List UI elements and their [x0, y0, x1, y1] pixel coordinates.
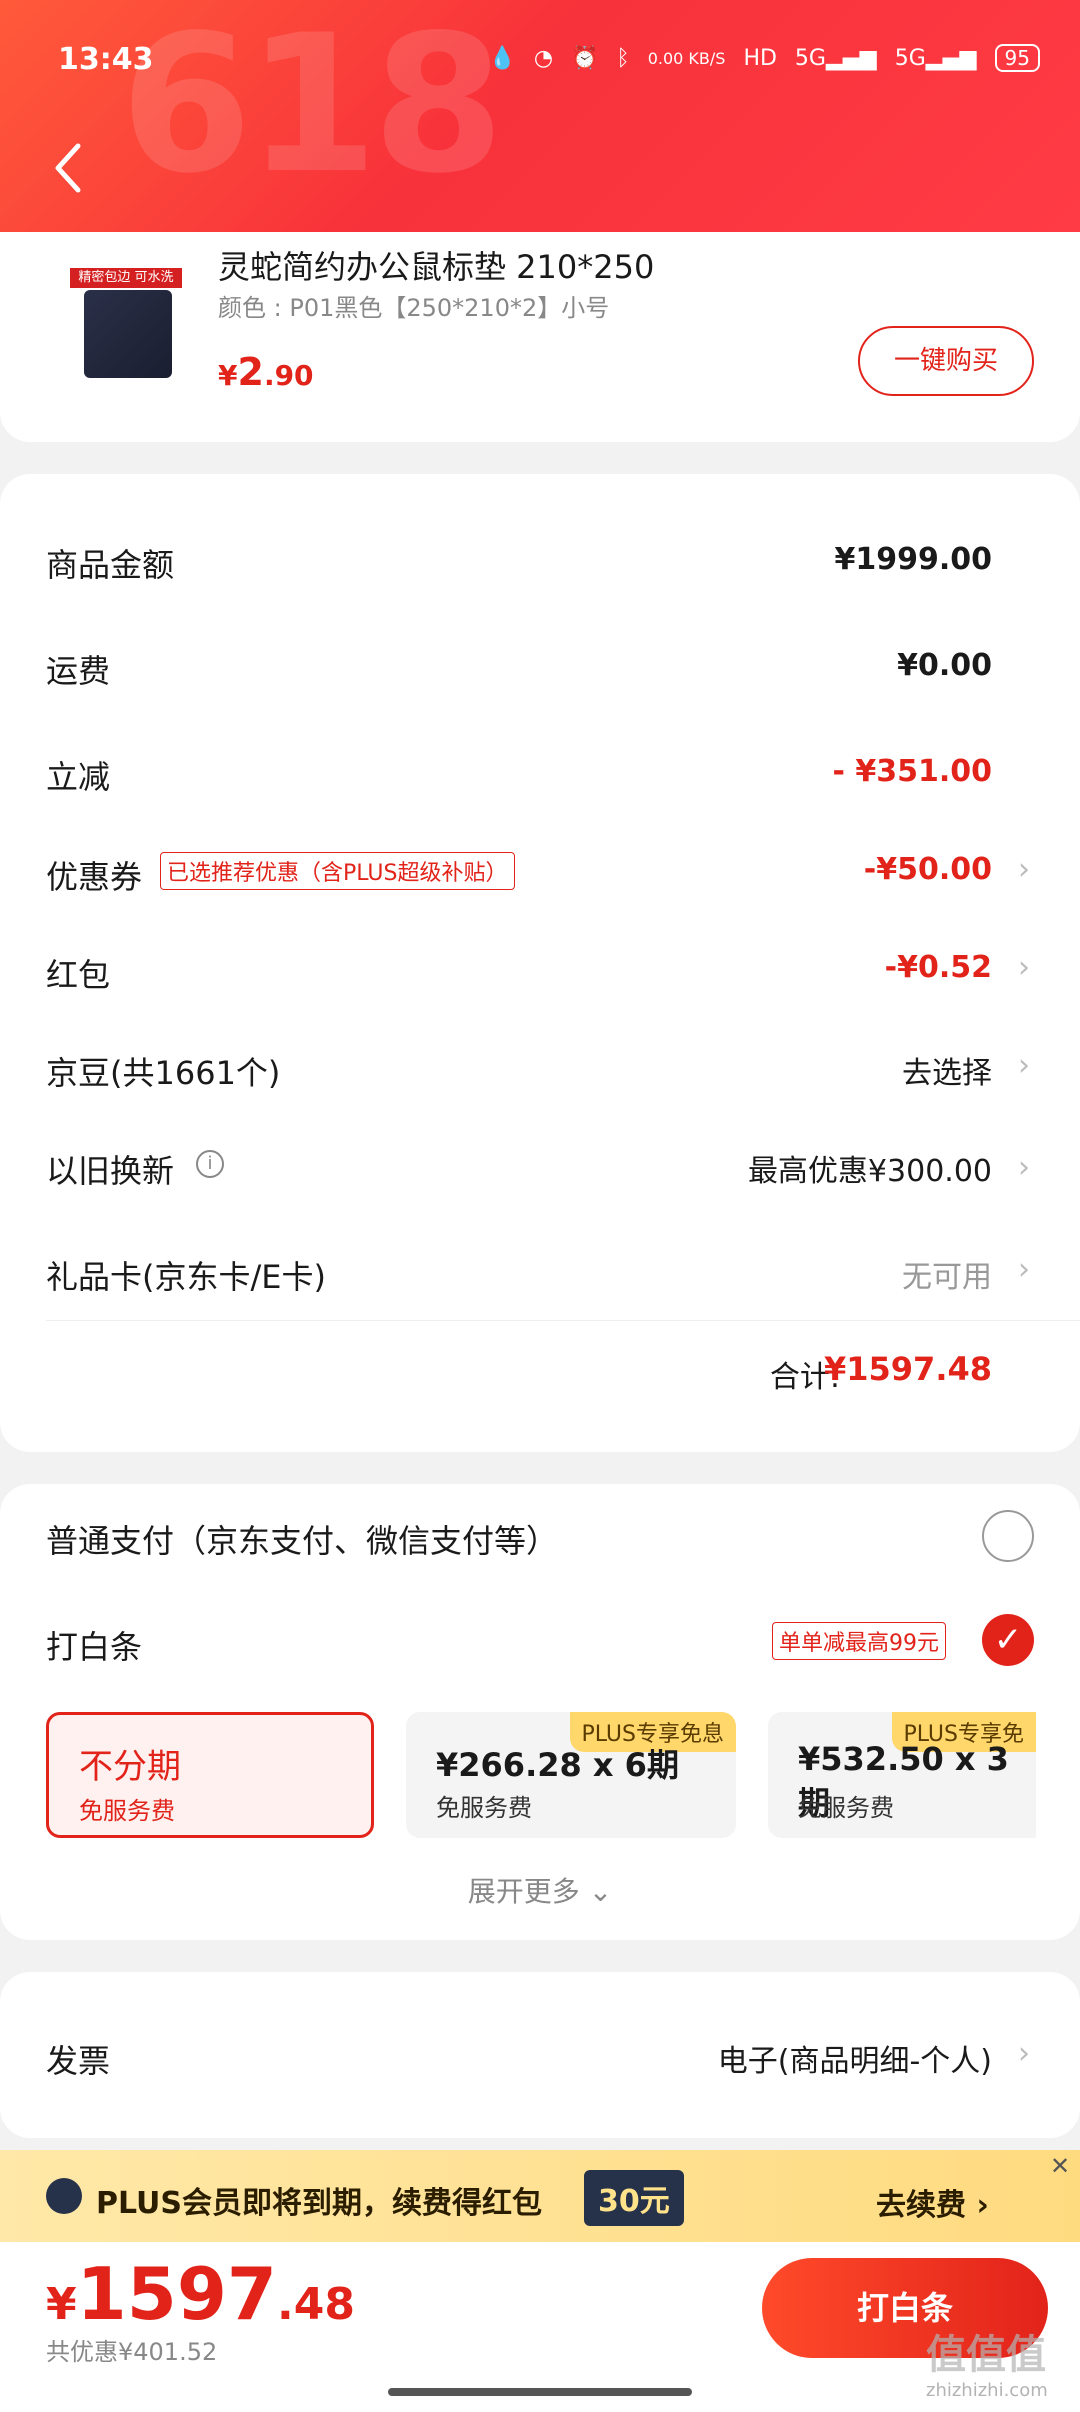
- water-drop-icon: 💧: [488, 45, 516, 71]
- installment-sub: 免服务费: [436, 1794, 532, 1822]
- final-price-currency: ¥: [46, 2279, 77, 2330]
- chevron-right-icon[interactable]: ›: [1018, 1048, 1030, 1083]
- price-decimal: .90: [263, 359, 314, 392]
- price-integer: 2: [237, 350, 264, 394]
- chevron-right-icon[interactable]: ›: [1018, 950, 1030, 985]
- red-packet-value[interactable]: -¥0.52: [885, 950, 992, 985]
- signal-icon: 5G▂▄▆: [794, 45, 877, 71]
- coupon-label: 优惠券: [46, 858, 143, 896]
- product-title: 灵蛇简约办公鼠标垫 210*250: [218, 248, 655, 286]
- expand-more-button[interactable]: 展开更多 ⌄: [0, 1870, 1080, 1910]
- installment-option-6[interactable]: PLUS专享免息 ¥266.28 x 6期 免服务费: [406, 1712, 736, 1838]
- chevron-left-icon: [55, 143, 81, 193]
- installment-sub: 免服务费: [79, 1797, 175, 1825]
- trade-in-value[interactable]: 最高优惠¥300.00: [748, 1146, 992, 1190]
- coupon-value[interactable]: -¥50.00: [864, 852, 992, 887]
- goods-amount-value: ¥1999.00: [834, 542, 992, 577]
- divider: [46, 1320, 1080, 1321]
- header-banner: 618: [0, 0, 1080, 232]
- home-indicator[interactable]: [388, 2388, 692, 2396]
- watermark-url: zhizhizhi.com: [926, 2380, 1048, 2401]
- total-saved: 共优惠¥401.52: [46, 2338, 218, 2366]
- expand-more-label: 展开更多: [467, 1875, 580, 1908]
- net-speed: 0.00 KB/S: [647, 48, 726, 68]
- chevron-right-icon[interactable]: ›: [1018, 2036, 1030, 2071]
- jingdou-label: 京豆(共1661个): [46, 1054, 281, 1092]
- watermark: 值值值: [926, 2332, 1046, 2378]
- chevron-right-icon[interactable]: ›: [1018, 1252, 1030, 1287]
- red-packet-label: 红包: [46, 956, 111, 994]
- invoice-value[interactable]: 电子(商品明细-个人): [718, 2036, 992, 2080]
- promo-618-background-text: 618: [120, 0, 505, 215]
- shipping-value: ¥0.00: [897, 648, 992, 683]
- product-thumbnail[interactable]: 精密包边 可水洗: [66, 250, 182, 400]
- goods-amount-label: 商品金额: [46, 546, 175, 584]
- coupon-tag: 已选推荐优惠（含PLUS超级补贴）: [160, 852, 515, 890]
- installment-sub: 免服务费: [798, 1794, 894, 1822]
- signal-icon-2: 5G▂▄▆: [894, 45, 977, 71]
- chevron-right-icon[interactable]: ›: [1018, 1150, 1030, 1185]
- installment-option-none[interactable]: 不分期 免服务费: [46, 1712, 374, 1838]
- price-currency: ¥: [218, 359, 238, 392]
- gift-card-label: 礼品卡(京东卡/E卡): [46, 1258, 326, 1296]
- speedometer-icon: ◔: [533, 45, 554, 71]
- status-icons: 💧 ◔ ⏰ ᛒ 0.00 KB/S HD 5G▂▄▆ 5G▂▄▆ 95: [488, 44, 1040, 72]
- plus-renew-link[interactable]: 去续费 ›: [876, 2180, 989, 2224]
- trade-in-label: 以旧换新: [46, 1152, 175, 1190]
- jingdou-value[interactable]: 去选择: [902, 1048, 992, 1092]
- normal-payment-radio[interactable]: [982, 1510, 1034, 1562]
- baitiao-promo-tag: 单单减最高99元: [772, 1622, 946, 1660]
- plus-banner-text: PLUS会员即将到期，续费得红包: [96, 2186, 543, 2221]
- info-icon[interactable]: i: [196, 1150, 224, 1178]
- final-price-integer: 1597: [76, 2252, 278, 2336]
- battery-indicator: 95: [994, 44, 1040, 72]
- normal-payment-label[interactable]: 普通支付（京东支付、微信支付等）: [46, 1516, 558, 1562]
- final-price-decimal: .48: [277, 2279, 355, 2330]
- total-value: ¥1597.48: [823, 1350, 992, 1388]
- discount-value: - ¥351.00: [832, 754, 992, 789]
- thumbnail-tag: 精密包边 可水洗: [70, 268, 182, 288]
- plus-amount-badge: 30元: [584, 2170, 684, 2226]
- shipping-label: 运费: [46, 652, 111, 690]
- alarm-icon: ⏰: [571, 45, 599, 71]
- back-button[interactable]: [48, 138, 88, 198]
- gift-card-value[interactable]: 无可用: [902, 1252, 992, 1296]
- installment-option-3[interactable]: PLUS专享免 ¥532.50 x 3期 免服务费: [768, 1712, 1036, 1838]
- plus-renew-label: 去续费: [876, 2188, 966, 2223]
- mousepad-image: [84, 290, 172, 378]
- status-time: 13:43: [58, 42, 154, 77]
- baitiao-label[interactable]: 打白条: [46, 1622, 142, 1668]
- checkmark-icon: ✓: [993, 1620, 1023, 1660]
- product-price: ¥2.90: [218, 350, 314, 394]
- product-spec: 颜色 : P01黑色【250*210*2】小号: [218, 294, 610, 322]
- bluetooth-icon: ᛒ: [616, 45, 630, 71]
- chevron-right-icon[interactable]: ›: [1018, 852, 1030, 887]
- final-price: ¥1597.48: [46, 2252, 355, 2336]
- baitiao-radio-checked[interactable]: ✓: [982, 1614, 1034, 1666]
- close-icon[interactable]: ✕: [1050, 2152, 1070, 2180]
- plus-logo-icon: [46, 2178, 82, 2214]
- installment-title: 不分期: [79, 1747, 181, 1787]
- chevron-down-icon: ⌄: [588, 1875, 613, 1908]
- installment-title: ¥266.28 x 6期: [436, 1746, 679, 1784]
- discount-label: 立减: [46, 758, 111, 796]
- invoice-label: 发票: [46, 2042, 111, 2080]
- hd-icon: HD: [743, 45, 777, 71]
- buy-now-button[interactable]: 一键购买: [858, 326, 1034, 396]
- chevron-right-icon: ›: [976, 2188, 989, 2223]
